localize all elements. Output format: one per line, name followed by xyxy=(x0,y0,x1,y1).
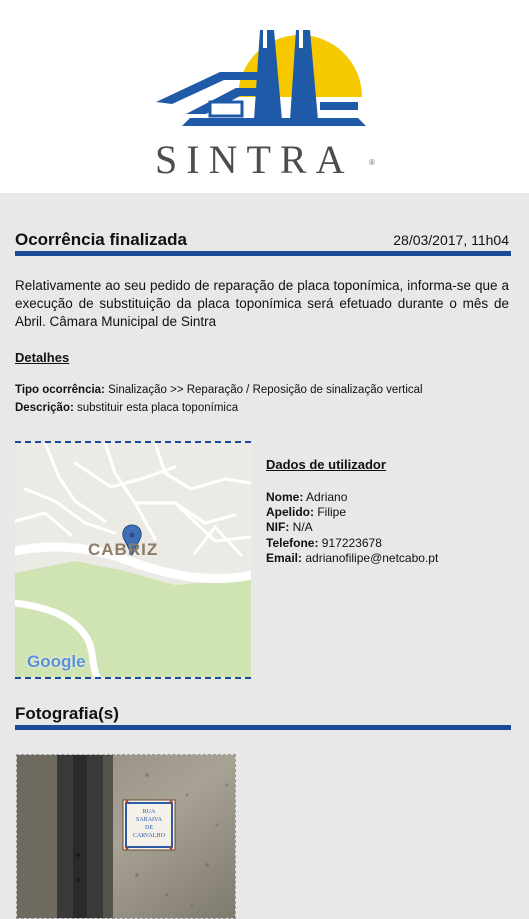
user-name-value: Adriano xyxy=(306,490,348,504)
map-place-label: CABRIZ xyxy=(88,540,159,559)
user-name-label: Nome: xyxy=(266,490,304,504)
page-header: SINTRA ® xyxy=(0,0,529,193)
occurrence-message: Relativamente ao seu pedido de reparação… xyxy=(15,278,509,329)
occurrence-title: Ocorrência finalizada xyxy=(15,230,187,249)
user-data-heading: Dados de utilizador xyxy=(266,457,386,472)
user-phone-value: 917223678 xyxy=(321,536,382,550)
user-surname: Apelido: Filipe xyxy=(266,505,346,520)
registered-mark: ® xyxy=(369,158,375,167)
occurrence-type-value: Sinalização >> Reparação / Reposição de … xyxy=(108,384,423,396)
user-nif-value: N/A xyxy=(292,520,313,534)
occurrence-photo[interactable]: RUA SARAIVA DE CARVALHO xyxy=(16,754,236,919)
photos-divider xyxy=(15,725,511,730)
description-label: Descrição: xyxy=(15,402,74,414)
map-attribution: Google xyxy=(27,652,86,671)
occurrence-type-label: Tipo ocorrência: xyxy=(15,384,105,396)
user-surname-value: Filipe xyxy=(317,505,347,519)
user-phone-label: Telefone: xyxy=(266,536,319,550)
occurrence-description: Descrição: substituir esta placa toponím… xyxy=(15,402,238,414)
user-nif: NIF: N/A xyxy=(266,520,313,535)
photo-image: RUA SARAIVA DE CARVALHO xyxy=(17,755,235,918)
sign-line-1: RUA xyxy=(143,809,156,815)
photos-title: Fotografia(s) xyxy=(15,704,119,723)
title-divider xyxy=(15,251,511,256)
sign-line-3: DE xyxy=(145,825,153,831)
location-map[interactable]: CABRIZ Google xyxy=(15,441,251,679)
map-canvas xyxy=(15,443,251,677)
sign-line-4: CARVALHO xyxy=(133,833,166,839)
user-email: Email: adrianofilipe@netcabo.pt xyxy=(266,551,438,566)
description-value: substituir esta placa toponímica xyxy=(77,402,239,414)
user-surname-label: Apelido: xyxy=(266,505,314,519)
sign-line-2: SARAIVA xyxy=(136,817,163,823)
user-email-value: adrianofilipe@netcabo.pt xyxy=(305,551,439,565)
occurrence-type: Tipo ocorrência: Sinalização >> Reparaçã… xyxy=(15,384,423,396)
user-nif-label: NIF: xyxy=(266,520,290,534)
occurrence-date: 28/03/2017, 11h04 xyxy=(393,232,509,248)
brand-wordmark: SINTRA xyxy=(155,137,354,182)
user-phone: Telefone: 917223678 xyxy=(266,536,382,551)
details-heading: Detalhes xyxy=(15,350,70,365)
user-name: Nome: Adriano xyxy=(266,490,347,505)
user-email-label: Email: xyxy=(266,551,303,565)
